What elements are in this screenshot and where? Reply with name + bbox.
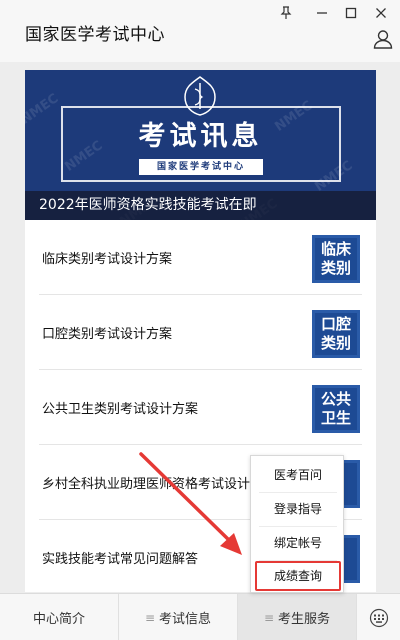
article-thumbnail: 临床 类别 <box>312 235 360 283</box>
article-title[interactable]: 乡村全科执业助理医师资格考试设计方案 <box>42 473 276 492</box>
tab-label: 中心简介 <box>32 612 85 627</box>
menu-item-bind-account[interactable]: 绑定帐号 <box>255 528 341 558</box>
app-title: 国家医学考试中心 <box>25 25 165 45</box>
service-submenu: 医考百问 登录指导 绑定帐号 成绩查询 <box>250 455 344 593</box>
menu-item-login-guide[interactable]: 登录指导 <box>255 494 341 524</box>
article-title[interactable]: 公共卫生类别考试设计方案 <box>42 398 198 417</box>
keyboard-toggle-icon[interactable] <box>357 594 400 640</box>
menu-divider <box>259 526 337 527</box>
menu-item-score-query[interactable]: 成绩查询 <box>255 561 341 591</box>
user-icon[interactable] <box>372 28 394 50</box>
article-title[interactable]: 临床类别考试设计方案 <box>42 248 172 267</box>
list-item[interactable]: 临床类别考试设计方案 临床 类别 <box>39 220 362 295</box>
tab-exam-info[interactable]: ≡ 考试信息 <box>119 594 238 640</box>
menu-lines-icon: ≡ <box>144 610 156 625</box>
list-item[interactable]: 口腔类别考试设计方案 口腔 类别 <box>39 295 362 370</box>
banner-heading: 考试讯息 <box>138 121 263 152</box>
banner-subtitle: 国家医学考试中心 <box>139 159 263 175</box>
article-thumbnail: 公共 卫生 <box>312 385 360 433</box>
minimize-icon[interactable] <box>311 2 333 24</box>
list-item[interactable]: 公共卫生类别考试设计方案 公共 卫生 <box>39 370 362 445</box>
menu-lines-icon: ≡ <box>263 610 275 625</box>
title-bar: 国家医学考试中心 <box>0 0 400 62</box>
banner-caption[interactable]: 2022年医师资格实践技能考试在即 <box>25 191 376 220</box>
maximize-icon[interactable] <box>340 2 362 24</box>
news-banner[interactable]: NMEC NMEC NMEC NMEC NMEC NMEC 考试讯息 国家医学考… <box>25 70 376 220</box>
close-icon[interactable] <box>370 2 392 24</box>
tab-center-intro[interactable]: 中心简介 <box>0 594 119 640</box>
pin-icon[interactable] <box>275 2 297 24</box>
tab-label: 考试信息 <box>159 612 212 627</box>
article-title[interactable]: 口腔类别考试设计方案 <box>42 323 172 342</box>
bottom-menu-bar: 中心简介 ≡ 考试信息 ≡ 考生服务 <box>0 593 400 640</box>
article-thumbnail: 口腔 类别 <box>312 310 360 358</box>
menu-item-faq[interactable]: 医考百问 <box>255 460 341 490</box>
tab-candidate-service[interactable]: ≡ 考生服务 <box>238 594 357 640</box>
menu-divider <box>259 492 337 493</box>
article-title[interactable]: 实践技能考试常见问题解答 <box>42 548 198 567</box>
tab-label: 考生服务 <box>278 612 331 627</box>
